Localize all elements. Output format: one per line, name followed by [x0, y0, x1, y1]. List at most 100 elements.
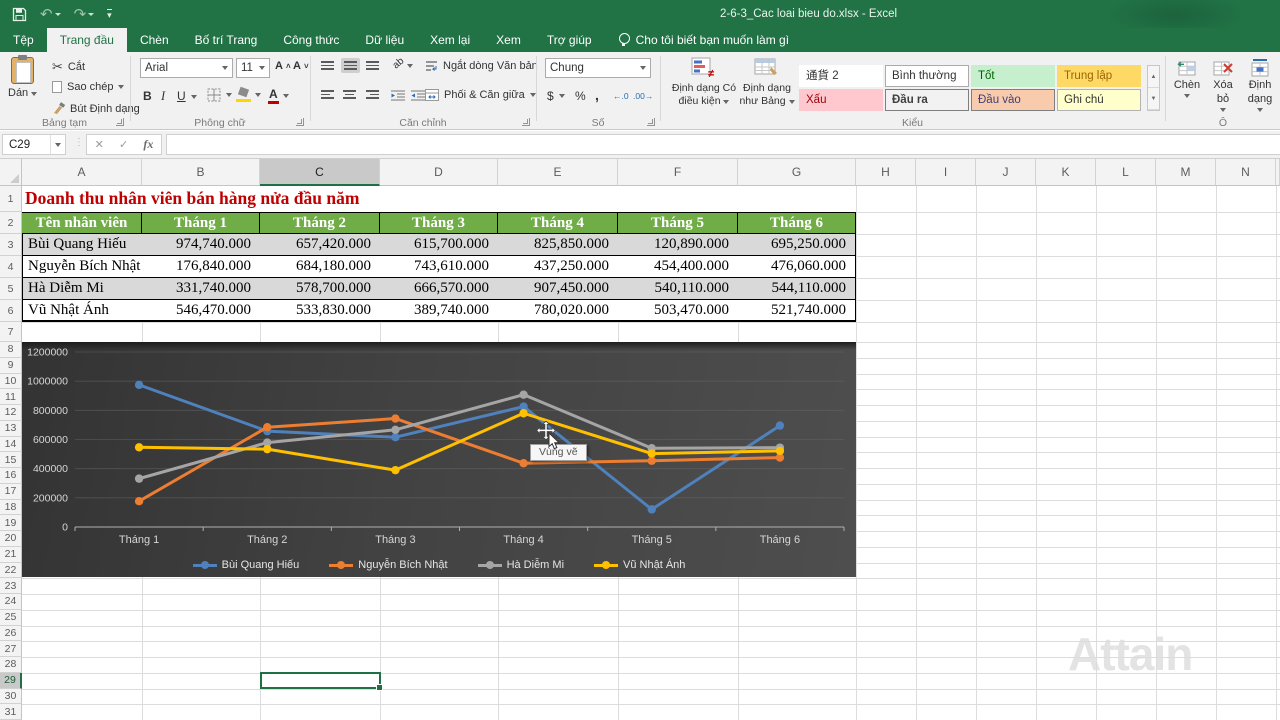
merge-center-button[interactable]: Phối & Căn giữa — [425, 89, 536, 101]
table-header-cell[interactable]: Tháng 6 — [738, 212, 856, 234]
column-header-B[interactable]: B — [142, 159, 260, 186]
row-header-8[interactable]: 8 — [0, 342, 22, 358]
row-header-18[interactable]: 18 — [0, 500, 22, 516]
table-value-cell[interactable]: 546,470.000 — [142, 300, 260, 322]
clipboard-dialog-launcher[interactable] — [116, 118, 124, 126]
align-middle-button[interactable] — [341, 58, 360, 73]
row-header-23[interactable]: 23 — [0, 578, 22, 594]
table-value-cell[interactable]: 684,180.000 — [260, 256, 380, 278]
table-row-name-cell[interactable]: Bùi Quang Hiếu — [22, 234, 142, 256]
decrease-indent-button[interactable] — [391, 90, 405, 101]
row-header-16[interactable]: 16 — [0, 468, 22, 484]
decrease-decimal-button[interactable]: .00→ — [633, 91, 653, 101]
row-header-27[interactable]: 27 — [0, 641, 22, 657]
table-header-cell[interactable]: Tháng 5 — [618, 212, 738, 234]
percent-button[interactable]: % — [575, 89, 586, 103]
table-value-cell[interactable]: 695,250.000 — [738, 234, 856, 256]
table-value-cell[interactable]: 389,740.000 — [380, 300, 498, 322]
row-header-7[interactable]: 7 — [0, 322, 22, 342]
font-color-button[interactable]: A — [269, 87, 289, 104]
table-value-cell[interactable]: 907,450.000 — [498, 278, 618, 300]
tab-xem[interactable]: Xem — [483, 28, 534, 52]
table-value-cell[interactable]: 521,740.000 — [738, 300, 856, 322]
row-header-13[interactable]: 13 — [0, 421, 22, 437]
column-header-M[interactable]: M — [1156, 159, 1216, 186]
row-header-31[interactable]: 31 — [0, 704, 22, 720]
column-header-J[interactable]: J — [976, 159, 1036, 186]
table-header-cell[interactable]: Tháng 1 — [142, 212, 260, 234]
insert-function-button[interactable]: fx — [143, 137, 153, 152]
gallery-up-icon[interactable]: ▲ — [1148, 66, 1159, 88]
copy-button[interactable]: Sao chép — [52, 81, 124, 93]
cancel-button[interactable]: ✕ — [95, 138, 104, 151]
align-bottom-button[interactable] — [366, 61, 379, 70]
table-value-cell[interactable]: 437,250.000 — [498, 256, 618, 278]
row-header-24[interactable]: 24 — [0, 594, 22, 610]
legend-item[interactable]: Nguyễn Bích Nhật — [329, 559, 447, 571]
table-value-cell[interactable]: 454,400.000 — [618, 256, 738, 278]
tab-trợ-giúp[interactable]: Trợ giúp — [534, 28, 605, 52]
underline-button[interactable]: U — [177, 89, 186, 103]
table-row-name-cell[interactable]: Vũ Nhật Ánh — [22, 300, 142, 322]
wrap-text-button[interactable]: Ngắt dòng Văn bản — [425, 60, 538, 72]
row-header-11[interactable]: 11 — [0, 389, 22, 405]
cell-style-item[interactable]: 通貨 2 — [799, 65, 883, 87]
cell-style-item[interactable]: Bình thường — [885, 65, 969, 87]
format-as-table-button[interactable]: Định dạngnhư Bảng — [739, 57, 795, 108]
row-header-6[interactable]: 6 — [0, 300, 22, 322]
column-header-N[interactable]: N — [1216, 159, 1276, 186]
font-dialog-launcher[interactable] — [296, 118, 304, 126]
enter-button[interactable]: ✓ — [119, 138, 128, 151]
tab-bố-trí-trang[interactable]: Bố trí Trang — [182, 28, 271, 52]
column-header-C[interactable]: C — [260, 159, 380, 186]
currency-button[interactable]: $ — [547, 89, 565, 103]
tab-công-thức[interactable]: Công thức — [270, 28, 352, 52]
table-value-cell[interactable]: 533,830.000 — [260, 300, 380, 322]
column-header-E[interactable]: E — [498, 159, 618, 186]
row-header-19[interactable]: 19 — [0, 515, 22, 531]
tab-xem-lại[interactable]: Xem lại — [417, 28, 483, 52]
legend-item[interactable]: Vũ Nhật Ánh — [594, 559, 685, 571]
table-value-cell[interactable]: 615,700.000 — [380, 234, 498, 256]
select-all-corner[interactable] — [0, 159, 22, 186]
column-header-H[interactable]: H — [856, 159, 916, 186]
row-header-15[interactable]: 15 — [0, 452, 22, 468]
table-value-cell[interactable]: 743,610.000 — [380, 256, 498, 278]
chart[interactable]: 020000040000060000080000010000001200000T… — [22, 342, 856, 577]
italic-button[interactable]: I — [161, 89, 165, 104]
column-header-G[interactable]: G — [738, 159, 856, 186]
increase-indent-button[interactable] — [411, 90, 425, 101]
grow-font-button[interactable]: A˄ — [275, 60, 291, 72]
table-value-cell[interactable]: 331,740.000 — [142, 278, 260, 300]
row-header-30[interactable]: 30 — [0, 689, 22, 705]
row-header-17[interactable]: 17 — [0, 484, 22, 500]
tab-trang-đầu[interactable]: Trang đầu — [47, 28, 127, 52]
row-header-14[interactable]: 14 — [0, 437, 22, 453]
align-center-button[interactable] — [343, 90, 356, 99]
redo-button[interactable]: ↷ — [74, 7, 95, 22]
table-value-cell[interactable]: 657,420.000 — [260, 234, 380, 256]
paste-button[interactable]: Dán — [8, 57, 37, 99]
column-header-K[interactable]: K — [1036, 159, 1096, 186]
conditional-formatting-button[interactable]: ≠ Định dạng Cóđiều kiện — [671, 57, 737, 108]
formula-bar-grip[interactable]: ⋮ — [74, 137, 84, 148]
name-box-caret-icon[interactable] — [50, 135, 65, 154]
alignment-dialog-launcher[interactable] — [522, 118, 530, 126]
shrink-font-button[interactable]: A˅ — [293, 60, 309, 72]
table-value-cell[interactable]: 540,110.000 — [618, 278, 738, 300]
table-value-cell[interactable]: 780,020.000 — [498, 300, 618, 322]
table-value-cell[interactable]: 120,890.000 — [618, 234, 738, 256]
row-header-20[interactable]: 20 — [0, 531, 22, 547]
cell-style-item[interactable]: Xấu — [799, 89, 883, 111]
format-painter-button[interactable]: Bút Định dạng — [52, 102, 140, 115]
save-button[interactable] — [12, 7, 27, 22]
borders-button[interactable] — [207, 88, 232, 102]
tell-me-box[interactable]: Cho tôi biết bạn muốn làm gì — [619, 28, 789, 52]
row-header-1[interactable]: 1 — [0, 186, 22, 212]
cell-style-item[interactable]: Đầu ra — [885, 89, 969, 111]
table-value-cell[interactable]: 825,850.000 — [498, 234, 618, 256]
name-box[interactable]: C29 — [2, 134, 66, 155]
row-header-26[interactable]: 26 — [0, 626, 22, 642]
delete-cells-button[interactable]: Xóa bỏ — [1206, 59, 1240, 112]
row-header-25[interactable]: 25 — [0, 610, 22, 626]
